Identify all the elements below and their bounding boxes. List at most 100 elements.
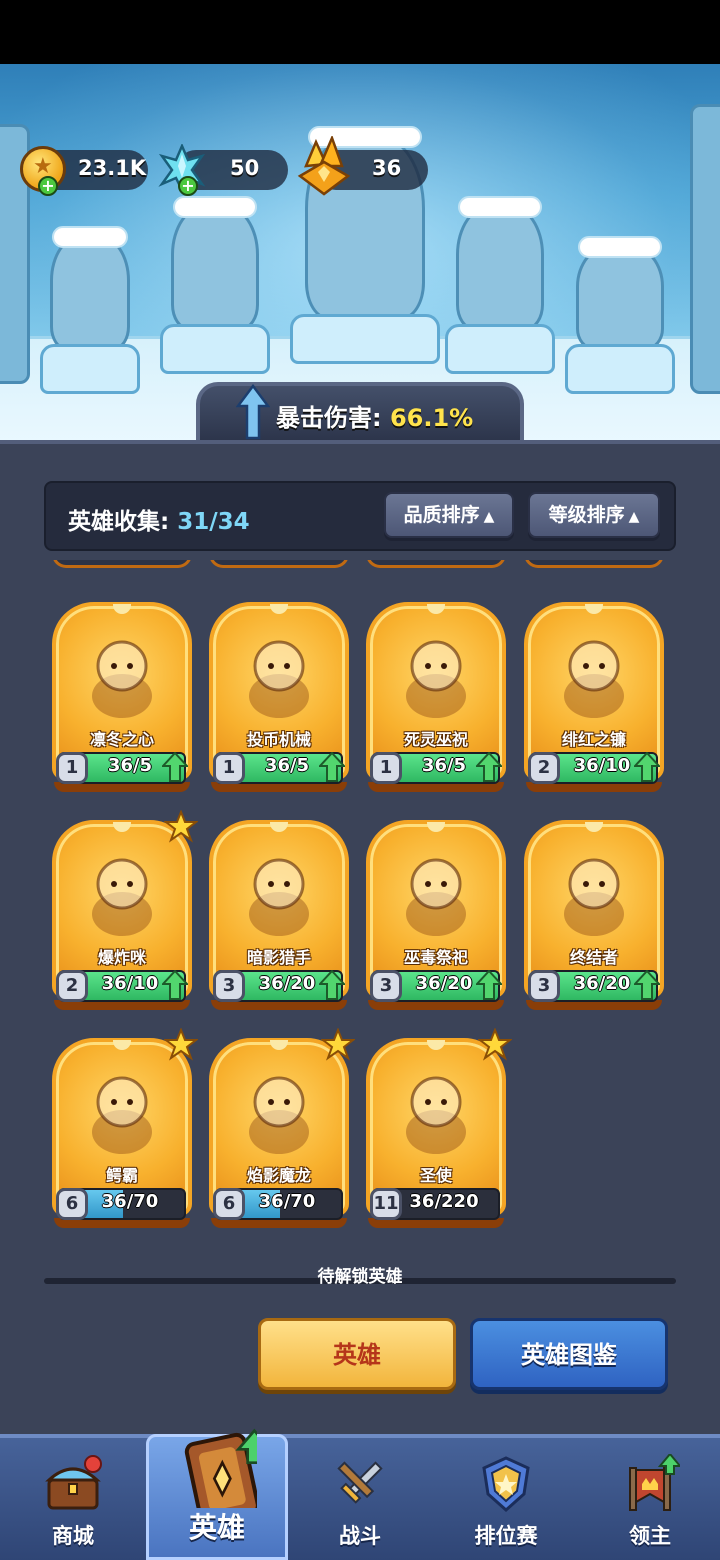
croc-boss-icon [92, 1076, 152, 1154]
shard-progress-text: 36/20 [415, 973, 473, 994]
hero-card[interactable]: 巫毒祭祀 3 36/20 [366, 820, 506, 1020]
upgrade-arrow-icon[interactable] [162, 970, 188, 1000]
treasure-chest-icon [45, 1455, 102, 1510]
hero-codex-button[interactable]: 英雄图鉴 [470, 1318, 668, 1390]
hero-level-badge: 3 [370, 970, 402, 1002]
hero-name: 绯红之镰 [561, 730, 626, 749]
hero-level-badge: 6 [56, 1188, 88, 1220]
ice-statue-robot [565, 236, 675, 394]
coins-value: 23.1K [78, 156, 147, 180]
collection-title: 英雄收集: 31/34 [68, 502, 250, 536]
hero-name: 暗影猎手 [246, 948, 311, 967]
hero-name: 鳄霸 [105, 1166, 138, 1185]
shard-progress-text: 36/5 [107, 755, 153, 776]
upgrade-arrow-icon[interactable] [319, 970, 345, 1000]
hero-card[interactable]: 焰影魔龙 6 36/70 [209, 1028, 355, 1238]
shard-progress-text: 36/70 [101, 1191, 159, 1212]
locked-heroes-label: 待解锁英雄 [317, 1267, 403, 1287]
crystals-value: 50 [230, 156, 260, 180]
nav-heroes-label: 英雄 [188, 1511, 245, 1544]
hero-card[interactable]: 凛冬之心 1 36/5 [52, 602, 192, 802]
nav-lord[interactable]: 领主 [580, 1434, 720, 1560]
crossed-swords-icon [337, 1461, 383, 1504]
add-coins-icon[interactable]: + [38, 176, 58, 196]
hero-level-badge: 1 [56, 752, 88, 784]
shard-progress-text: 36/5 [421, 755, 467, 776]
hero-name: 凛冬之心 [89, 730, 154, 749]
upgrade-arrow-icon[interactable] [476, 970, 502, 1000]
crit-damage-text: 暴击伤害: 66.1% [276, 398, 473, 433]
hero-card[interactable]: 爆炸咪 2 36/10 [52, 810, 198, 1020]
hero-name: 圣使 [419, 1166, 452, 1185]
star-icon [321, 1028, 355, 1061]
hero-card[interactable]: 死灵巫祝 1 36/5 [366, 602, 506, 802]
voodoo-priestess-icon [406, 858, 466, 936]
hero-level-badge: 2 [528, 752, 560, 784]
hero-tab-button[interactable]: 英雄 [258, 1318, 456, 1390]
nav-battle[interactable]: 战斗 [288, 1434, 432, 1560]
nav-battle-label: 战斗 [339, 1524, 381, 1548]
shard-progress-text: 36/10 [101, 973, 159, 994]
hero-name: 终结者 [569, 948, 618, 967]
shard-progress-text: 36/10 [573, 755, 631, 776]
sort-by-level-button[interactable]: 等级排序 ▲ [528, 492, 660, 538]
upgrade-arrow-icon[interactable] [162, 752, 188, 782]
collection-label: 英雄收集: [68, 509, 170, 535]
shard-progress-text: 36/220 [409, 1191, 479, 1212]
collection-count: 31/34 [177, 509, 250, 535]
triangle-up-icon: ▲ [628, 509, 640, 525]
hero-level-badge: 11 [370, 1188, 402, 1220]
nav-ranked-label: 排位赛 [474, 1524, 538, 1548]
bomb-cat-icon [92, 858, 152, 936]
hero-level-badge: 3 [528, 970, 560, 1002]
sort-level-label: 等级排序 [548, 504, 625, 526]
upgrade-arrow-icon[interactable] [634, 752, 660, 782]
hero-name: 投币机械 [246, 730, 311, 749]
shard-progress-text: 36/5 [264, 755, 310, 776]
ice-statue-wolf [160, 196, 270, 374]
hero-card-icon [184, 1428, 257, 1508]
star-icon [478, 1028, 512, 1061]
sort-quality-label: 品质排序 [403, 504, 480, 526]
upgrade-arrow-icon[interactable] [319, 752, 345, 782]
hero-card[interactable]: 鳄霸 6 36/70 [52, 1028, 198, 1238]
hero-grid[interactable]: 凛冬之心 1 36/5 投币机械 1 36/5 死灵巫祝 1 36/5 绯红之镰 2 36/10 爆炸咪… [44, 560, 676, 1250]
up-arrow-icon [236, 384, 270, 440]
hero-card[interactable]: 投币机械 1 36/5 [209, 602, 349, 802]
status-bar [0, 0, 720, 64]
shard-progress-text: 36/70 [258, 1191, 316, 1212]
nav-heroes[interactable]: 英雄 [146, 1428, 288, 1560]
hero-name: 爆炸咪 [97, 948, 146, 967]
shard-progress-text: 36/20 [258, 973, 316, 994]
star-icon [164, 810, 198, 843]
shadow-hunter-icon [249, 858, 309, 936]
add-crystals-icon[interactable]: + [178, 176, 198, 196]
crimson-scythe-icon [564, 640, 624, 718]
upgrade-arrow-icon[interactable] [476, 752, 502, 782]
rank-badge-icon [482, 1456, 530, 1513]
ice-statue-left [40, 226, 140, 394]
hero-level-badge: 3 [213, 970, 245, 1002]
nav-shop[interactable]: 商城 [0, 1434, 146, 1560]
hero-card[interactable]: 绯红之镰 2 36/10 [524, 602, 664, 802]
coin-robot-icon [249, 640, 309, 718]
angel-icon [406, 1076, 466, 1154]
nav-shop-label: 商城 [52, 1524, 94, 1548]
star-icon [164, 1028, 198, 1061]
upgrade-arrow-icon[interactable] [634, 970, 660, 1000]
hero-level-badge: 6 [213, 1188, 245, 1220]
sort-by-quality-button[interactable]: 品质排序 ▲ [384, 492, 514, 538]
gold-shard-icon [297, 136, 351, 196]
nav-lord-label: 领主 [629, 1524, 671, 1548]
hero-level-badge: 1 [213, 752, 245, 784]
gold-shards-value: 36 [372, 156, 402, 180]
shadow-dragon-icon [249, 1076, 309, 1154]
crit-damage-value: 66.1% [389, 404, 474, 432]
crit-damage-label: 暴击伤害: [276, 404, 382, 432]
triangle-up-icon: ▲ [483, 509, 495, 525]
hero-card[interactable]: 暗影猎手 3 36/20 [209, 820, 349, 1020]
nav-ranked[interactable]: 排位赛 [432, 1434, 580, 1560]
castle-banner-icon [629, 1454, 680, 1511]
hero-card[interactable]: 终结者 3 36/20 [524, 820, 664, 1020]
hero-card[interactable]: 圣使 11 36/220 [366, 1028, 512, 1238]
